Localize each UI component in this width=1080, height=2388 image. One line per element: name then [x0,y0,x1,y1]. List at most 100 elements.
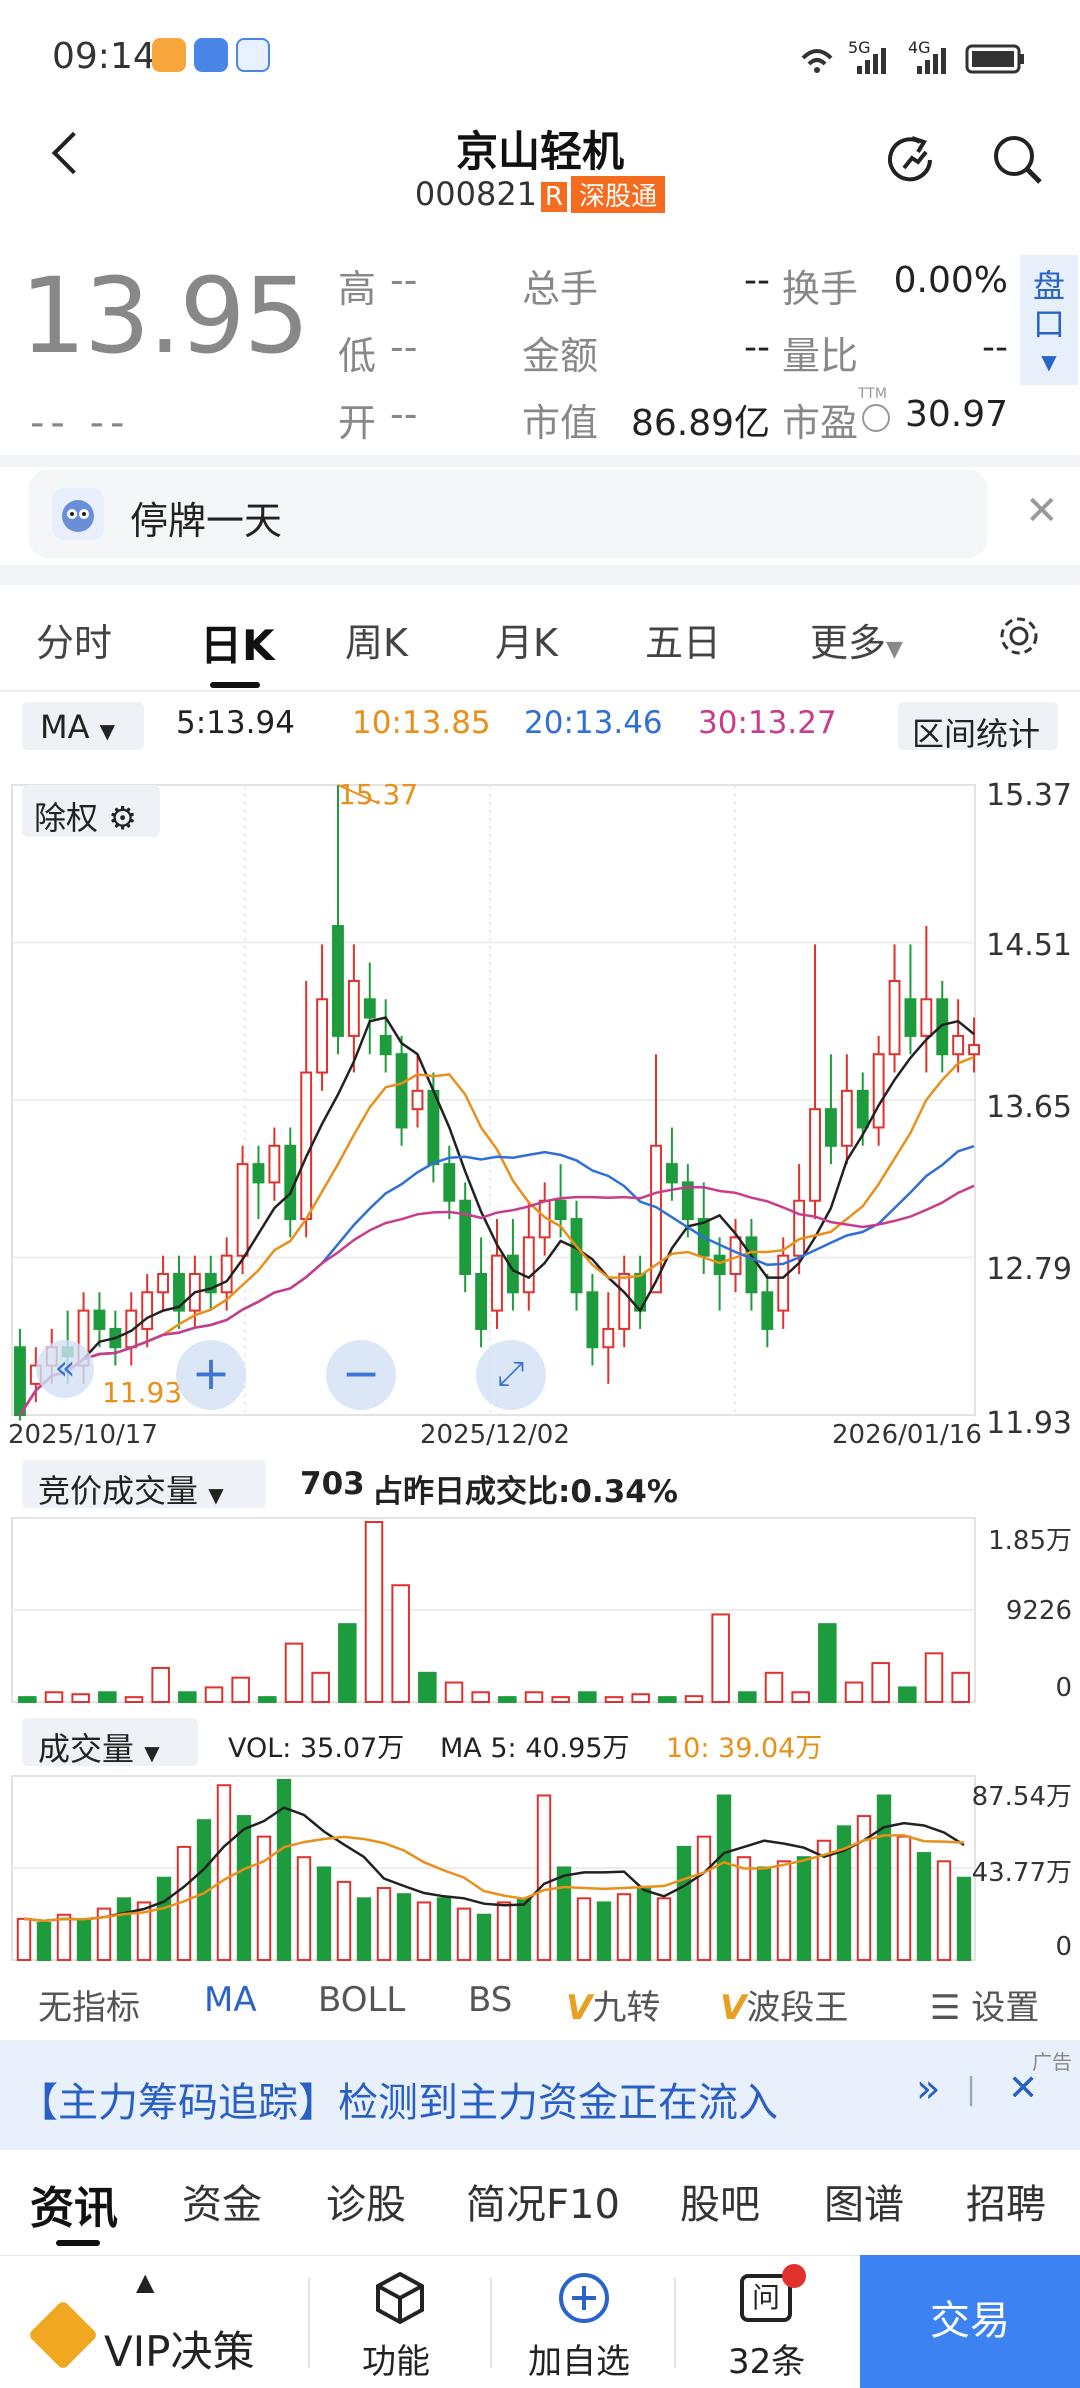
divider [674,2278,676,2368]
stock-code: 000821 [414,175,538,213]
trade-button[interactable]: 交易 [860,2255,1080,2388]
range-stats-button[interactable]: 区间统计 [898,702,1058,753]
vip-decision-button[interactable]: VIP决策 [104,2318,254,2379]
ma30-value: 30:13.27 [698,705,837,741]
volume-bar [436,1897,452,1962]
ex-rights-label: 除权 [34,799,99,837]
candle-body [268,1144,281,1184]
ad-banner[interactable]: 【主力筹码追踪】检测到主力资金正在流入 广告 » | ✕ [0,2040,1080,2150]
vol-y-3: 0 [1055,1932,1072,1962]
tab-weekly-k[interactable]: 周K [345,612,408,667]
y-label-2: 14.51 [986,928,1072,963]
volume-bar [696,1835,712,1961]
indicator-none[interactable]: 无指标 [38,1980,140,2029]
auction-bar [578,1691,597,1703]
y-label-4: 12.79 [986,1252,1072,1287]
auction-volume-selector[interactable]: 竞价成交量 ▼ [22,1460,266,1510]
notice-banner[interactable]: 停牌一天 [28,470,988,558]
add-watchlist-label[interactable]: 加自选 [528,2334,630,2383]
candle-body [856,1089,869,1129]
notice-text: 停牌一天 [130,499,283,543]
volume-label: 总手 [522,267,599,311]
tab-monthly-k[interactable]: 月K [495,612,558,667]
candle-body [411,1089,424,1111]
caret-down-icon: ▼ [886,637,903,662]
indicator-bs[interactable]: BS [468,1980,512,2020]
volume-bar [636,1887,652,1961]
ex-rights-toggle[interactable]: 除权 ⚙ [22,785,160,837]
tab-five-day[interactable]: 五日 [645,612,721,667]
turnover-value: 0.00% [893,260,1008,301]
news-tab-diagnose[interactable]: 诊股 [326,2172,406,2230]
volume-bar [676,1845,692,1961]
volume-selector[interactable]: 成交量 ▼ [22,1718,198,1768]
notice-close-icon[interactable]: ✕ [1025,488,1059,534]
candle-body [840,1089,853,1147]
ma-selector[interactable]: MA ▼ [22,702,144,750]
vol-y-1: 87.54万 [971,1782,1072,1812]
candle-body [347,979,360,1037]
volume-bar [376,1887,392,1961]
refresh-icon[interactable] [882,130,942,190]
caret-up-icon[interactable]: ▲ [136,2268,154,2296]
auction-bar [364,1521,384,1703]
indicator-wave-king[interactable]: V波段王 [720,1980,848,2029]
tab-intraday[interactable]: 分时 [36,612,112,667]
caret-down-icon: ▼ [208,1483,224,1507]
candle-body [236,1163,249,1257]
indicator-nine-turn[interactable]: V九转 [566,1980,660,2029]
volume-bar [156,1876,172,1961]
news-tab-info[interactable]: 资讯 [30,2172,118,2236]
current-price: 13.95 [20,255,310,377]
volume-bar [616,1893,632,1961]
scroll-left-icon[interactable]: « [36,1340,94,1398]
min-price-label: 11.93 [102,1376,183,1409]
candlestick-chart[interactable] [0,765,1080,1455]
candle-body [825,1108,837,1147]
auction-bar [338,1623,357,1703]
tab-more[interactable]: 更多▼ [810,612,903,667]
news-tab-f10[interactable]: 简况F10 [466,2172,620,2230]
date-mid: 2025/12/02 [420,1420,570,1450]
candle-body [650,1144,662,1294]
candle-body [522,1236,535,1294]
ask-icon-label: 问 [751,2281,780,2314]
indicator-settings-label: 设置 [971,1988,1040,2028]
ad-close-icon[interactable]: ✕ [1008,2068,1038,2109]
auction-bar [444,1681,464,1704]
zoom-in-icon[interactable]: + [176,1340,246,1410]
gear-icon[interactable] [995,612,1043,660]
double-chevron-icon[interactable]: » [916,2066,940,2112]
auction-bar [898,1686,917,1704]
candle-body [554,1199,567,1221]
indicator-ma[interactable]: MA [204,1980,257,2020]
auction-bar [764,1671,784,1703]
high-value: -- [390,258,418,302]
news-tab-jobs[interactable]: 招聘 [966,2172,1046,2230]
news-tab-graph[interactable]: 图谱 [824,2172,904,2230]
indicator-settings-button[interactable]: ☰ 设置 [930,1980,1039,2029]
candle-body [379,1034,392,1056]
news-tab-funds[interactable]: 资金 [182,2172,262,2230]
low-label: 低 [338,334,377,378]
settings-list-icon: ☰ [930,1988,961,2028]
function-cube-icon[interactable] [372,2270,428,2326]
auction-volume-chart [11,1517,976,1704]
badge-connect: 深股通 [571,176,666,213]
volume-bar [56,1913,72,1961]
search-icon[interactable] [988,130,1048,190]
function-label[interactable]: 功能 [362,2334,430,2383]
zoom-out-icon[interactable]: − [326,1340,396,1410]
fullscreen-icon[interactable]: ⤢ [476,1340,546,1410]
add-watchlist-icon[interactable] [556,2270,612,2326]
tab-more-label: 更多 [810,621,887,665]
status-time: 09:14 [52,36,156,77]
candle-body [300,1071,313,1221]
indicator-boll[interactable]: BOLL [318,1980,405,2020]
tab-daily-k[interactable]: 日K [200,612,275,673]
news-tab-forum[interactable]: 股吧 [680,2172,760,2230]
owl-mascot-icon [52,488,104,540]
ma-selector-label: MA [40,708,90,746]
pankou-button[interactable]: 盘口 ▼ [1020,255,1078,385]
ask-count-label[interactable]: 32条 [728,2334,805,2383]
